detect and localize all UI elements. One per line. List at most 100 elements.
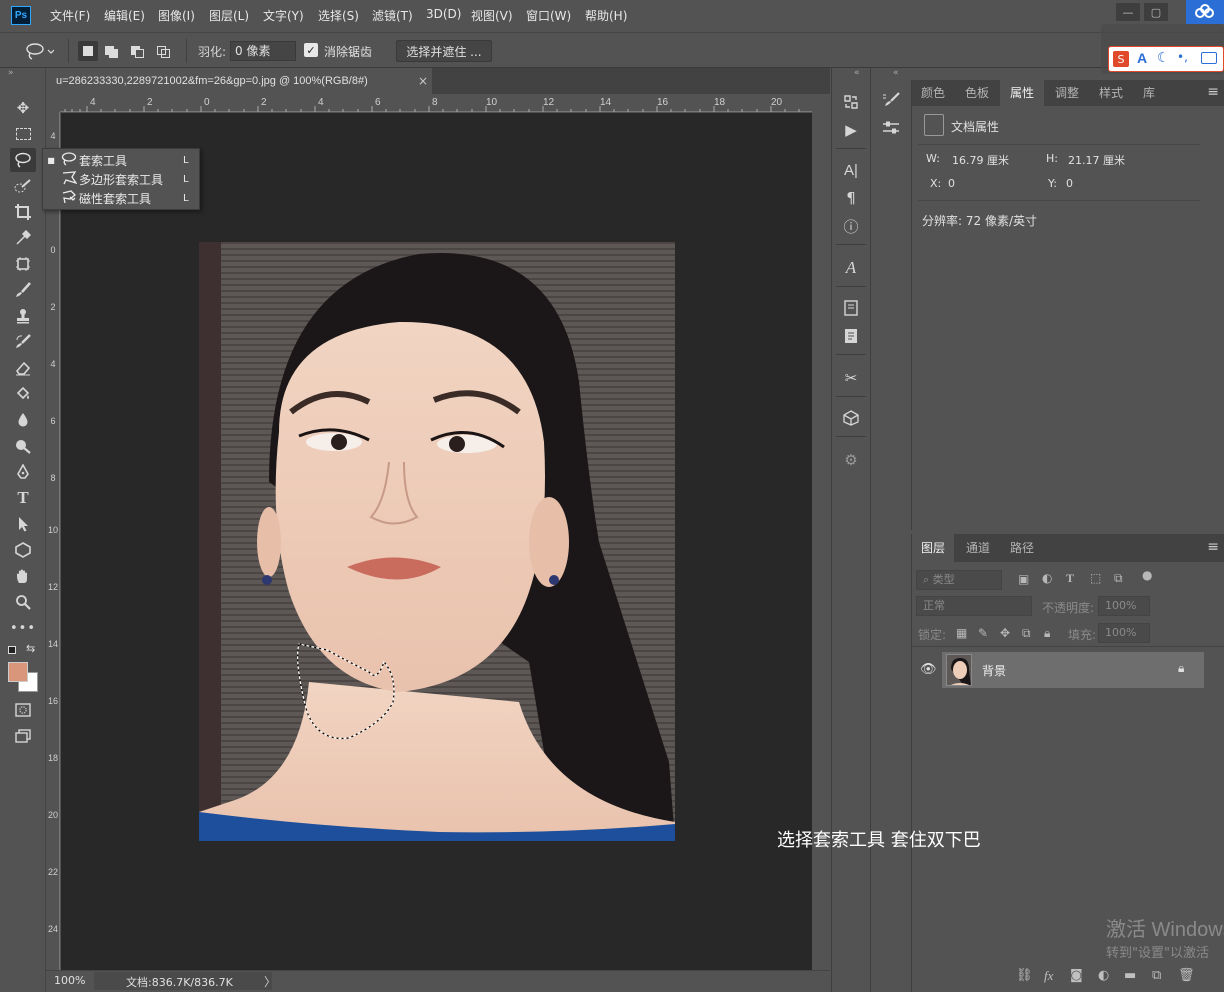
filter-shape-icon[interactable]: ⬚	[1090, 571, 1101, 585]
tab-properties[interactable]: 属性	[1000, 80, 1044, 106]
blend-mode-select[interactable]: 正常	[916, 596, 1032, 616]
stamp-tool-icon[interactable]	[10, 304, 36, 328]
marquee-tool-icon[interactable]	[10, 122, 36, 146]
shape-tool-icon[interactable]	[10, 538, 36, 562]
filter-type-icon[interactable]: T	[1066, 571, 1074, 586]
document-tab[interactable]: u=286233330,2289721002&fm=26&gp=0.jpg @ …	[46, 68, 432, 94]
y-value[interactable]: 0	[1066, 177, 1073, 190]
collapse-strip-icon[interactable]: «	[854, 68, 860, 78]
history-panel-icon[interactable]	[839, 90, 863, 114]
foreground-color-swatch[interactable]	[8, 662, 28, 682]
ime-logo-icon[interactable]: S	[1113, 51, 1129, 67]
filter-smart-icon[interactable]: ⧉	[1114, 571, 1123, 586]
cloud-icon[interactable]	[1186, 0, 1224, 24]
antialias-checkbox[interactable]: ✓	[304, 43, 318, 57]
frame-tool-icon[interactable]	[10, 252, 36, 276]
tab-libraries[interactable]: 库	[1132, 80, 1166, 106]
tab-layers[interactable]: 图层	[912, 534, 954, 562]
eraser-tool-icon[interactable]	[10, 356, 36, 380]
zoom-level[interactable]: 100%	[54, 974, 85, 987]
menu-3d[interactable]: 3D(D)	[426, 7, 461, 21]
blur-tool-icon[interactable]	[10, 408, 36, 432]
menu-image[interactable]: 图像(I)	[158, 7, 195, 24]
ime-toolbar[interactable]: S A ☾ •,	[1108, 46, 1224, 72]
new-group-icon[interactable]: ▬	[1124, 968, 1136, 983]
ime-keyboard-icon[interactable]	[1201, 52, 1217, 64]
new-adjustment-icon[interactable]: ◐	[1098, 968, 1109, 983]
flyout-item-lasso[interactable]: ■ 套索工具 L	[43, 151, 199, 170]
tab-paths[interactable]: 路径	[1002, 534, 1042, 562]
swap-colors-icon[interactable]: ⇆	[26, 642, 35, 655]
zoom-tool-icon[interactable]	[10, 590, 36, 614]
brushes-panel-icon[interactable]	[879, 116, 903, 140]
more-tools-icon[interactable]: •••	[10, 616, 36, 640]
brush-tool-icon[interactable]	[10, 278, 36, 302]
layer-lock-icon[interactable]: 🔒︎	[1178, 661, 1184, 676]
move-tool-icon[interactable]: ✥	[10, 96, 36, 120]
quick-select-tool-icon[interactable]	[10, 174, 36, 198]
panel-menu-icon[interactable]: ≡	[1207, 84, 1219, 100]
actions-play-icon[interactable]: ▶	[839, 118, 863, 142]
menu-file[interactable]: 文件(F)	[50, 7, 90, 24]
link-layers-icon[interactable]: ⛓︎	[1016, 968, 1033, 983]
new-selection-button[interactable]	[78, 41, 98, 61]
paint-bucket-tool-icon[interactable]	[10, 382, 36, 406]
tool-presets-icon[interactable]: ✂	[839, 366, 863, 390]
height-value[interactable]: 21.17 厘米	[1068, 152, 1125, 168]
menu-edit[interactable]: 编辑(E)	[104, 7, 145, 24]
ime-moon-icon[interactable]: ☾	[1157, 50, 1170, 66]
x-value[interactable]: 0	[948, 177, 955, 190]
lock-all-icon[interactable]: 🔒︎	[1044, 626, 1050, 641]
lasso-preset-icon[interactable]	[24, 41, 55, 65]
filter-pixel-icon[interactable]: ▣	[1018, 572, 1029, 586]
width-value[interactable]: 16.79 厘米	[952, 152, 1009, 168]
adjust-panel-icon[interactable]: ⚙	[839, 448, 863, 472]
photo-canvas[interactable]	[199, 242, 675, 841]
new-layer-icon[interactable]: ⧉	[1152, 968, 1161, 983]
minimize-button[interactable]: —	[1116, 3, 1140, 21]
char-styles-panel-icon[interactable]	[839, 296, 863, 320]
flyout-item-polygonal-lasso[interactable]: 多边形套索工具 L	[43, 170, 199, 189]
path-select-tool-icon[interactable]	[10, 512, 36, 536]
ime-english-icon[interactable]: A	[1137, 50, 1147, 66]
para-styles-panel-icon[interactable]	[839, 324, 863, 348]
feather-input[interactable]: 0 像素	[230, 41, 296, 61]
paragraph-panel-icon[interactable]: ¶	[839, 186, 863, 210]
type-tool-icon[interactable]: T	[10, 486, 36, 510]
menu-window[interactable]: 窗口(W)	[526, 7, 571, 24]
close-tab-icon[interactable]: ×	[418, 68, 428, 94]
filter-toggle-icon[interactable]: ●	[1142, 568, 1152, 582]
info-panel-icon[interactable]: ⓘ	[839, 214, 863, 238]
pen-tool-icon[interactable]	[10, 460, 36, 484]
tab-swatches[interactable]: 色板	[956, 80, 998, 106]
glyphs-panel-icon[interactable]: A	[839, 256, 863, 280]
status-menu-arrow[interactable]: 〉	[264, 973, 276, 990]
eyedropper-tool-icon[interactable]	[10, 226, 36, 250]
menu-select[interactable]: 选择(S)	[318, 7, 359, 24]
layer-name[interactable]: 背景	[982, 662, 1006, 679]
layer-row[interactable]: 背景 🔒︎	[942, 652, 1204, 688]
maximize-button[interactable]: ▢	[1144, 3, 1168, 21]
tab-styles[interactable]: 样式	[1090, 80, 1132, 106]
fx-icon[interactable]: fx	[1044, 968, 1053, 984]
add-mask-icon[interactable]: ◙	[1070, 968, 1083, 983]
subtract-selection-button[interactable]	[130, 43, 146, 59]
history-brush-tool-icon[interactable]	[10, 330, 36, 354]
layer-filter-select[interactable]: ⌕ 类型	[916, 570, 1002, 590]
quick-mask-icon[interactable]	[10, 698, 36, 722]
opacity-input[interactable]: 100%	[1098, 596, 1150, 616]
fill-input[interactable]: 100%	[1098, 623, 1150, 643]
crop-tool-icon[interactable]	[10, 200, 36, 224]
menu-filter[interactable]: 滤镜(T)	[372, 7, 413, 24]
collapse-strip-icon[interactable]: «	[893, 68, 899, 78]
intersect-selection-button[interactable]	[156, 43, 172, 59]
lock-position-icon[interactable]: ✥	[1000, 626, 1010, 640]
dodge-tool-icon[interactable]	[10, 434, 36, 458]
lock-transparent-icon[interactable]: ▦	[956, 626, 967, 640]
3d-panel-icon[interactable]	[839, 406, 863, 430]
hand-tool-icon[interactable]	[10, 564, 36, 588]
collapse-toolbar-icon[interactable]: »	[8, 68, 14, 78]
ime-punct-icon[interactable]: •,	[1177, 50, 1188, 64]
lock-artboard-icon[interactable]: ⧉	[1022, 626, 1031, 641]
menu-help[interactable]: 帮助(H)	[585, 7, 627, 24]
